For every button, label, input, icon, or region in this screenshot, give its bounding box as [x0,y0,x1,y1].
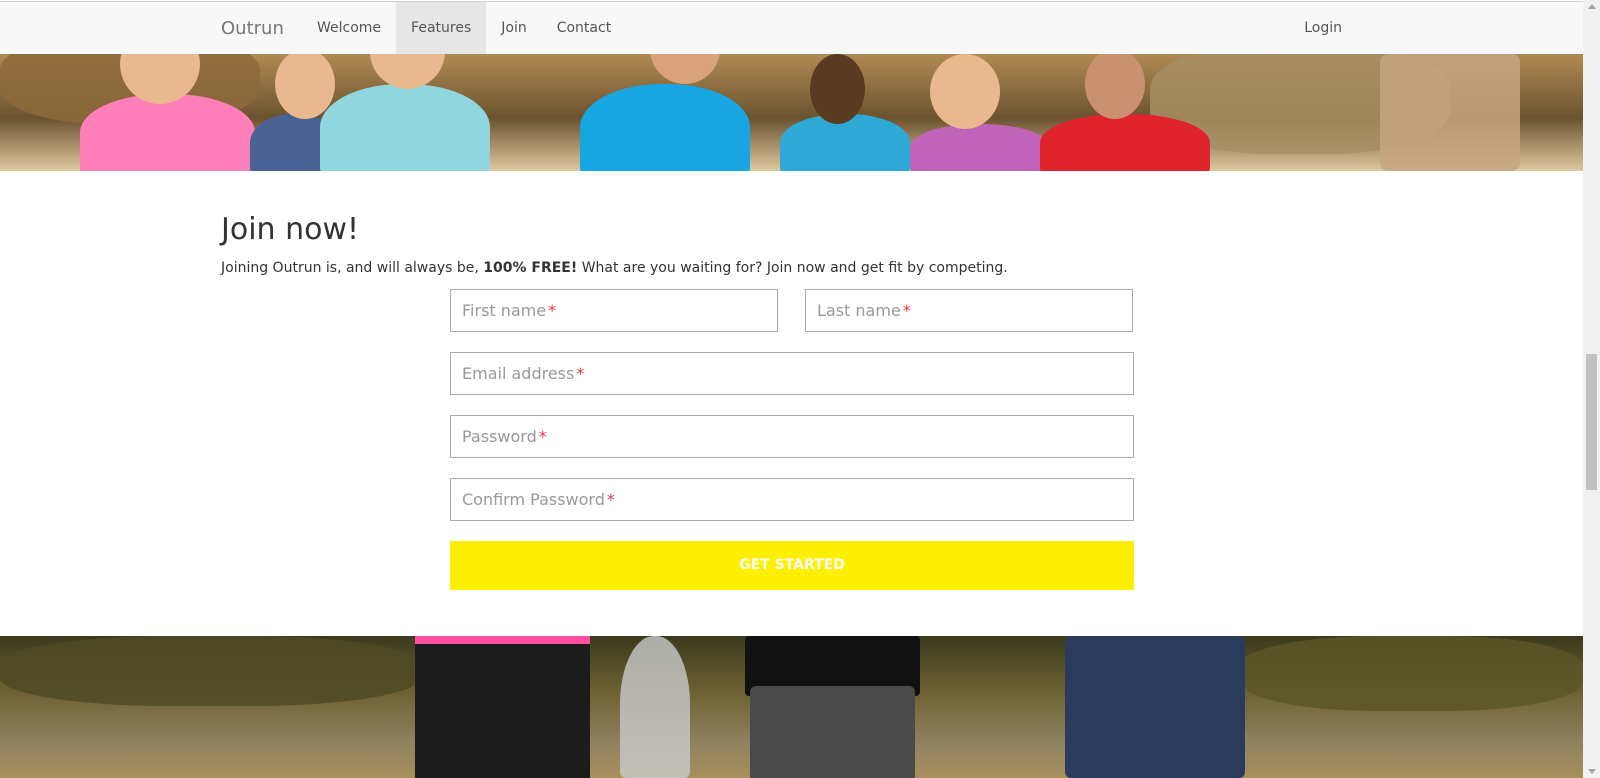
join-description: Joining Outrun is, and will always be, 1… [221,260,1008,276]
nav-item-features[interactable]: Features [396,2,487,54]
join-title: Join now! [221,212,360,247]
join-description-text-end: What are you waiting for? Join now and g… [577,260,1008,276]
confirm-password-input[interactable]: Confirm Password * [450,478,1134,521]
nav-item-welcome[interactable]: Welcome [302,2,396,54]
email-input[interactable]: Email address * [450,352,1134,395]
vertical-scrollbar[interactable] [1583,0,1600,778]
page: Outrun Welcome Features Join Contact Log… [0,0,1583,778]
walkers-banner [0,636,1583,778]
required-marker: * [576,364,585,383]
scrollbar-thumb[interactable] [1586,354,1597,490]
scroll-up-arrow-icon[interactable] [1588,4,1596,9]
scroll-down-arrow-icon[interactable] [1588,769,1596,774]
nav-menu: Welcome Features Join Contact [302,2,626,54]
email-placeholder: Email address [462,364,575,383]
free-highlight: 100% FREE! [483,260,578,276]
confirm-password-placeholder: Confirm Password [462,490,605,509]
nav-item-join[interactable]: Join [486,2,541,54]
login-link[interactable]: Login [1304,2,1342,54]
password-input[interactable]: Password * [450,415,1134,458]
join-description-text: Joining Outrun is, and will always be, [221,260,484,276]
get-started-button[interactable]: GET STARTED [450,541,1134,590]
hero-banner-runners [0,54,1583,171]
last-name-placeholder: Last name [817,301,901,320]
last-name-input[interactable]: Last name * [805,289,1133,332]
required-marker: * [548,301,557,320]
navbar: Outrun Welcome Features Join Contact Log… [0,1,1583,55]
password-placeholder: Password [462,427,537,446]
required-marker: * [538,427,547,446]
nav-item-contact[interactable]: Contact [542,2,626,54]
brand-logo[interactable]: Outrun [221,18,284,39]
required-marker: * [902,301,911,320]
required-marker: * [606,490,615,509]
first-name-input[interactable]: First name * [450,289,778,332]
first-name-placeholder: First name [462,301,547,320]
